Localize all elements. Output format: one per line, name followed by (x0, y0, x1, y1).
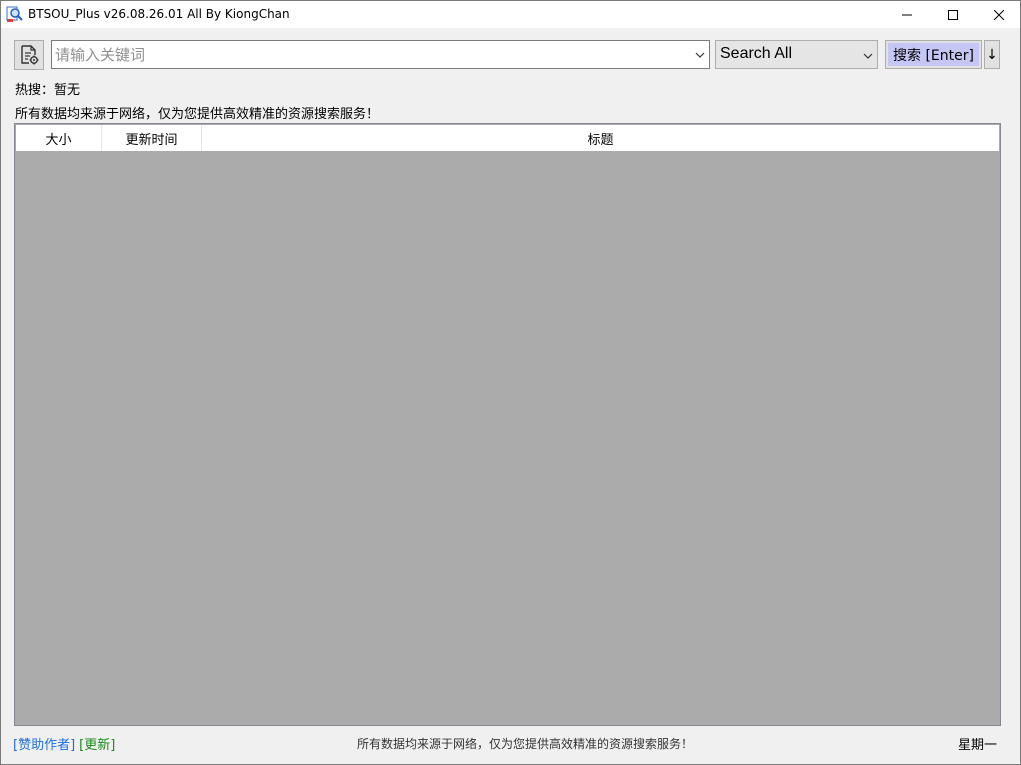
title-bar[interactable]: BTSOU_Plus v26.08.26.01 All By KiongChan (1, 1, 1020, 28)
search-scope-select[interactable]: Search All (715, 40, 878, 69)
column-header-updated[interactable]: 更新时间 (102, 125, 202, 151)
status-weekday: 星期一 (958, 738, 998, 753)
search-button[interactable]: 搜索 [Enter] (885, 40, 982, 69)
hot-search: 热搜：暂无 (15, 79, 80, 98)
status-links: [赞助作者] [更新] (13, 734, 115, 753)
search-input[interactable] (54, 43, 691, 66)
maximize-button[interactable] (930, 1, 976, 28)
app-search-icon (6, 6, 23, 23)
chevron-down-icon (863, 50, 873, 60)
chevron-down-icon[interactable] (695, 49, 705, 59)
close-icon (994, 9, 1004, 20)
update-link[interactable]: [更新] (79, 738, 115, 753)
minimize-button[interactable] (884, 1, 930, 28)
column-header-size[interactable]: 大小 (16, 125, 102, 151)
app-window: BTSOU_Plus v26.08.26.01 All By KiongChan (0, 0, 1021, 765)
search-combobox[interactable] (51, 40, 710, 69)
maximize-icon (948, 9, 958, 20)
donate-link[interactable]: [赞助作者] (13, 738, 75, 753)
window-title: BTSOU_Plus v26.08.26.01 All By KiongChan (28, 7, 290, 21)
hot-search-label: 热搜： (15, 83, 55, 98)
document-settings-icon (21, 45, 39, 65)
close-button[interactable] (976, 1, 1021, 28)
search-button-label: 搜索 [Enter] (888, 43, 979, 66)
settings-button[interactable] (14, 40, 44, 70)
more-options-button[interactable]: ↓ (984, 40, 1000, 69)
notice-text: 所有数据均来源于网络，仅为您提供高效精准的资源搜索服务！ (15, 107, 380, 122)
search-scope-value: Search All (720, 45, 793, 62)
results-list[interactable]: 大小 更新时间 标题 (14, 123, 1001, 726)
results-header: 大小 更新时间 标题 (16, 125, 999, 151)
column-header-title[interactable]: 标题 (202, 125, 999, 151)
minimize-icon (902, 14, 912, 15)
status-notice: 所有数据均来源于网络，仅为您提供高效精准的资源搜索服务！ (357, 737, 694, 751)
hot-search-value: 暂无 (54, 83, 81, 98)
